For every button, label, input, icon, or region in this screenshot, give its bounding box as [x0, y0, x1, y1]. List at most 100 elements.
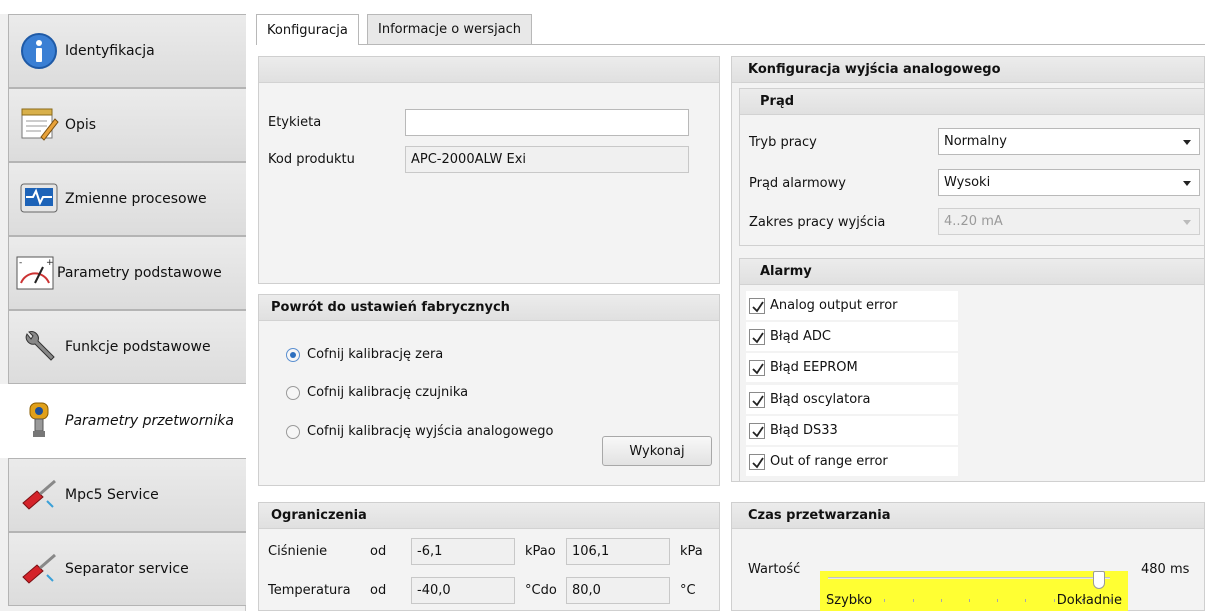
temperature-unit-label: °C	[680, 583, 696, 598]
etykieta-input[interactable]	[405, 109, 689, 136]
alarm-checkbox-row[interactable]: Analog output error	[746, 291, 958, 320]
slider-min-label: Szybko	[826, 593, 873, 608]
alarms-title: Alarmy	[740, 259, 1204, 285]
pressure-label: Ciśnienie	[268, 544, 328, 559]
pressure-to-field[interactable]: 106,1	[566, 538, 670, 565]
temperature-to-field[interactable]: 80,0	[566, 577, 670, 604]
radio-cofnij-wyjscia[interactable]: Cofnij kalibrację wyjścia analogowego	[286, 424, 554, 439]
checkbox-label: Out of range error	[770, 454, 888, 469]
alarm-checkbox-row[interactable]: Błąd DS33	[746, 416, 958, 445]
analog-output-title: Konfiguracja wyjścia analogowego	[732, 57, 1204, 83]
radio-label: Cofnij kalibrację zera	[307, 347, 444, 362]
output-range-select: 4..20 mA	[938, 208, 1200, 235]
sidebar-item-label: Zmienne procesowe	[65, 191, 207, 207]
processing-time-slider[interactable]: Szybko Dokładnie	[820, 571, 1128, 611]
chevron-down-icon	[1183, 140, 1191, 145]
alarm-current-select[interactable]: Wysoki	[938, 169, 1200, 196]
sidebar-item-label: Separator service	[65, 561, 189, 577]
sidebar-item-label: Parametry przetwornika	[65, 413, 234, 429]
info-icon	[19, 31, 59, 71]
screwdriver-icon	[19, 549, 59, 589]
svg-text:+: +	[46, 258, 54, 268]
transmitter-icon	[19, 401, 59, 441]
radio-cofnij-czujnika[interactable]: Cofnij kalibrację czujnika	[286, 385, 468, 400]
temperature-unit-to-label: °Cdo	[525, 583, 557, 598]
pressure-unit-label: kPa	[680, 544, 703, 559]
pressure-from-field[interactable]: -6,1	[411, 538, 515, 565]
mode-label: Tryb pracy	[749, 135, 817, 150]
mode-select[interactable]: Normalny	[938, 128, 1200, 155]
temperature-from-label: od	[370, 583, 387, 598]
checkbox-checked[interactable]	[749, 422, 765, 439]
radio-label: Cofnij kalibrację czujnika	[307, 385, 469, 400]
sidebar-item-zmienne-procesowe[interactable]: Zmienne procesowe	[8, 162, 246, 236]
tab-konfiguracja[interactable]: Konfiguracja	[256, 14, 359, 45]
monitor-pulse-icon	[19, 179, 59, 219]
kod-produktu-field: APC-2000ALW Exi	[405, 146, 689, 173]
etykieta-label: Etykieta	[268, 115, 322, 130]
checkbox-label: Błąd ADC	[770, 329, 831, 344]
tab-label: Informacje o wersjach	[378, 22, 522, 37]
output-range-select-value: 4..20 mA	[944, 214, 1003, 229]
notepad-icon	[19, 105, 59, 145]
sidebar-item-mpc5-service[interactable]: Mpc5 Service	[8, 458, 246, 532]
sidebar-item-parametry-przetwornika[interactable]: Parametry przetwornika	[0, 384, 247, 458]
tab-informacje-o-wersjach[interactable]: Informacje o wersjach	[367, 14, 533, 44]
checkbox-checked[interactable]	[749, 328, 765, 345]
radio-button[interactable]	[286, 385, 300, 400]
checkbox-checked[interactable]	[749, 453, 765, 470]
pressure-unit-to-label: kPao	[525, 544, 556, 559]
alarm-current-select-value: Wysoki	[944, 175, 991, 190]
sidebar-item-label: Mpc5 Service	[65, 487, 159, 503]
checkbox-label: Analog output error	[770, 298, 898, 313]
svg-text:-: -	[19, 258, 22, 268]
sidebar-item-separator-service[interactable]: Separator service	[8, 532, 246, 606]
alarm-checkbox-row[interactable]: Błąd oscylatora	[746, 385, 958, 414]
slider-track[interactable]	[828, 571, 1110, 589]
sidebar-item-label: Opis	[65, 117, 97, 133]
slider-max-label: Dokładnie	[1056, 593, 1122, 608]
alarm-current-label: Prąd alarmowy	[749, 176, 846, 191]
processing-time-title: Czas przetwarzania	[732, 503, 1204, 529]
radio-button[interactable]	[286, 424, 300, 439]
checkbox-label: Błąd EEPROM	[770, 360, 858, 375]
screwdriver-icon	[19, 475, 59, 515]
sidebar-item-label: Parametry podstawowe	[57, 265, 222, 281]
wykonaj-button[interactable]: Wykonaj	[602, 436, 712, 466]
wrench-icon	[19, 327, 59, 367]
checkbox-checked[interactable]	[749, 391, 765, 408]
radio-label: Cofnij kalibrację wyjścia analogowego	[307, 424, 554, 439]
alarm-checkbox-row[interactable]: Out of range error	[746, 447, 958, 476]
sidebar-item-opis[interactable]: Opis	[8, 88, 246, 162]
mode-select-value: Normalny	[944, 134, 1007, 149]
general-panel-header	[259, 57, 719, 83]
chevron-down-icon	[1183, 181, 1191, 186]
pressure-from-label: od	[370, 544, 387, 559]
tab-divider	[256, 44, 1205, 45]
slider-tick	[912, 599, 914, 602]
processing-value-label: Wartość	[748, 562, 801, 577]
slider-tick	[1053, 599, 1055, 602]
checkbox-label: Błąd DS33	[770, 423, 838, 438]
sidebar: Identyfikacja Opis Zmienne procesowe - + …	[0, 14, 247, 611]
sidebar-item-identyfikacja[interactable]: Identyfikacja	[8, 14, 246, 88]
radio-cofnij-zera[interactable]: Cofnij kalibrację zera	[286, 347, 443, 362]
slider-tick	[969, 599, 970, 602]
sidebar-item-funkcje-podstawowe[interactable]: Funkcje podstawowe	[8, 310, 246, 384]
alarm-checkbox-row[interactable]: Błąd ADC	[746, 322, 958, 351]
temperature-from-field[interactable]: -40,0	[411, 577, 515, 604]
checkbox-checked[interactable]	[749, 359, 765, 376]
factory-reset-title: Powrót do ustawień fabrycznych	[259, 295, 719, 321]
sidebar-item-parametry-podstawowe[interactable]: - + Parametry podstawowe	[8, 236, 246, 310]
checkbox-checked[interactable]	[749, 297, 765, 314]
processing-value-text: 480 ms	[1141, 562, 1190, 577]
slider-thumb[interactable]	[1092, 571, 1105, 589]
slider-tick	[940, 599, 942, 602]
slider-tick	[1025, 599, 1027, 602]
sidebar-item-label: Identyfikacja	[65, 43, 155, 59]
alarm-checkbox-row[interactable]: Błąd EEPROM	[746, 353, 958, 382]
checkbox-label: Błąd oscylatora	[770, 392, 871, 407]
output-range-label: Zakres pracy wyjścia	[749, 215, 886, 230]
kod-produktu-label: Kod produktu	[268, 152, 355, 167]
radio-button-selected[interactable]	[286, 347, 300, 362]
